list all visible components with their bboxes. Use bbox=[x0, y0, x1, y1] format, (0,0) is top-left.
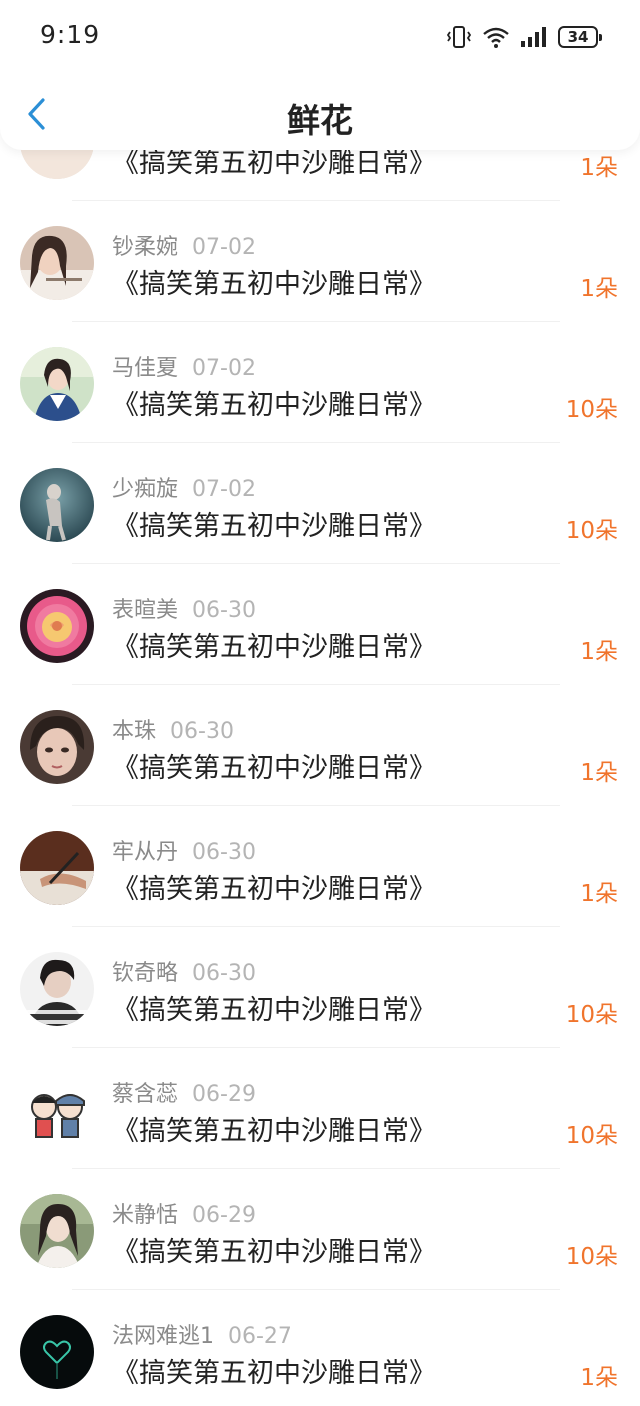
list-item[interactable]: 米静恬 06-29 《搞笑第五初中沙雕日常》 10朵 bbox=[0, 1169, 640, 1290]
list-item[interactable]: 少痴旋 07-02 《搞笑第五初中沙雕日常》 10朵 bbox=[0, 443, 640, 564]
avatar[interactable] bbox=[20, 226, 94, 300]
flower-count: 1朵 bbox=[580, 276, 618, 302]
book-title: 《搞笑第五初中沙雕日常》 bbox=[112, 511, 436, 542]
record-date: 06-29 bbox=[192, 1203, 256, 1228]
flower-count: 1朵 bbox=[580, 639, 618, 665]
battery-icon: 34 bbox=[558, 26, 602, 48]
list-item[interactable]: 马佳夏 07-02 《搞笑第五初中沙雕日常》 10朵 bbox=[0, 322, 640, 443]
header: 9:19 34 鲜花 bbox=[0, 0, 640, 150]
sender-name: 米静恬 bbox=[112, 1203, 179, 1228]
list-item[interactable]: 表暄美 06-30 《搞笑第五初中沙雕日常》 1朵 bbox=[0, 564, 640, 685]
avatar[interactable] bbox=[20, 347, 94, 421]
status-time: 9:19 bbox=[40, 20, 101, 49]
book-title: 《搞笑第五初中沙雕日常》 bbox=[112, 874, 436, 905]
record-meta: 钦奇略 06-30 bbox=[112, 955, 256, 987]
flower-count: 10朵 bbox=[565, 518, 618, 544]
flower-count: 10朵 bbox=[565, 397, 618, 423]
page-title: 鲜花 bbox=[287, 101, 353, 140]
list-item[interactable]: 本珠 06-30 《搞笑第五初中沙雕日常》 1朵 bbox=[0, 685, 640, 806]
book-title: 《搞笑第五初中沙雕日常》 bbox=[112, 1116, 436, 1147]
flowers-page: 《搞笑第五初中沙雕日常》 1朵 钞柔婉 07-02 《搞笑第五初中沙雕日常》 1朵… bbox=[0, 0, 640, 1406]
sender-name: 表暄美 bbox=[112, 598, 179, 623]
vibrate-icon bbox=[446, 25, 472, 49]
record-date: 06-30 bbox=[192, 840, 256, 865]
record-date: 07-02 bbox=[192, 477, 256, 502]
record-meta: 表暄美 06-30 bbox=[112, 592, 256, 624]
record-meta: 少痴旋 07-02 bbox=[112, 471, 256, 503]
record-date: 07-02 bbox=[192, 235, 256, 260]
book-title: 《搞笑第五初中沙雕日常》 bbox=[112, 995, 436, 1026]
record-date: 06-29 bbox=[192, 1082, 256, 1107]
sender-name: 马佳夏 bbox=[112, 356, 179, 381]
book-title: 《搞笑第五初中沙雕日常》 bbox=[112, 269, 436, 300]
book-title: 《搞笑第五初中沙雕日常》 bbox=[112, 1358, 436, 1389]
book-title: 《搞笑第五初中沙雕日常》 bbox=[112, 1237, 436, 1268]
record-meta: 本珠 06-30 bbox=[112, 713, 234, 745]
record-date: 06-30 bbox=[192, 961, 256, 986]
battery-level: 34 bbox=[567, 28, 589, 46]
record-date: 07-02 bbox=[192, 356, 256, 381]
avatar[interactable] bbox=[20, 589, 94, 663]
record-meta: 钞柔婉 07-02 bbox=[112, 229, 256, 261]
avatar[interactable] bbox=[20, 468, 94, 542]
sender-name: 蔡含蕊 bbox=[112, 1082, 179, 1107]
avatar[interactable] bbox=[20, 1194, 94, 1268]
status-icons: 34 bbox=[446, 24, 602, 50]
sender-name: 牢从丹 bbox=[112, 840, 179, 865]
list-item[interactable]: 蔡含蕊 06-29 《搞笑第五初中沙雕日常》 10朵 bbox=[0, 1048, 640, 1169]
flower-count: 1朵 bbox=[580, 1365, 618, 1391]
flower-count: 1朵 bbox=[580, 881, 618, 907]
book-title: 《搞笑第五初中沙雕日常》 bbox=[112, 753, 436, 784]
sender-name: 钦奇略 bbox=[112, 961, 179, 986]
record-meta: 米静恬 06-29 bbox=[112, 1197, 256, 1229]
wifi-icon bbox=[482, 25, 510, 49]
sender-name: 本珠 bbox=[112, 719, 157, 744]
flower-count: 10朵 bbox=[565, 1123, 618, 1149]
record-date: 06-27 bbox=[228, 1324, 292, 1349]
book-title: 《搞笑第五初中沙雕日常》 bbox=[112, 632, 436, 663]
record-date: 06-30 bbox=[170, 719, 234, 744]
record-date: 06-30 bbox=[192, 598, 256, 623]
flower-count: 10朵 bbox=[565, 1002, 618, 1028]
flower-count: 1朵 bbox=[580, 760, 618, 786]
avatar[interactable] bbox=[20, 952, 94, 1026]
flower-record-list[interactable]: 《搞笑第五初中沙雕日常》 1朵 钞柔婉 07-02 《搞笑第五初中沙雕日常》 1朵… bbox=[0, 80, 640, 1406]
record-meta: 牢从丹 06-30 bbox=[112, 834, 256, 866]
sender-name: 钞柔婉 bbox=[112, 235, 179, 260]
list-item[interactable]: 牢从丹 06-30 《搞笑第五初中沙雕日常》 1朵 bbox=[0, 806, 640, 927]
book-title: 《搞笑第五初中沙雕日常》 bbox=[112, 390, 436, 421]
flower-count: 1朵 bbox=[580, 155, 618, 181]
sender-name: 法网难逃1 bbox=[112, 1324, 214, 1349]
record-meta: 马佳夏 07-02 bbox=[112, 350, 256, 382]
record-meta: 法网难逃1 06-27 bbox=[112, 1318, 292, 1350]
signal-icon bbox=[520, 26, 548, 48]
list-item[interactable]: 法网难逃1 06-27 《搞笑第五初中沙雕日常》 1朵 bbox=[0, 1290, 640, 1406]
avatar[interactable] bbox=[20, 1315, 94, 1389]
avatar[interactable] bbox=[20, 1073, 94, 1147]
sender-name: 少痴旋 bbox=[112, 477, 179, 502]
list-item[interactable]: 钦奇略 06-30 《搞笑第五初中沙雕日常》 10朵 bbox=[0, 927, 640, 1048]
flower-count: 10朵 bbox=[565, 1244, 618, 1270]
avatar[interactable] bbox=[20, 710, 94, 784]
record-meta: 蔡含蕊 06-29 bbox=[112, 1076, 256, 1108]
list-item[interactable]: 钞柔婉 07-02 《搞笑第五初中沙雕日常》 1朵 bbox=[0, 201, 640, 322]
avatar[interactable] bbox=[20, 831, 94, 905]
